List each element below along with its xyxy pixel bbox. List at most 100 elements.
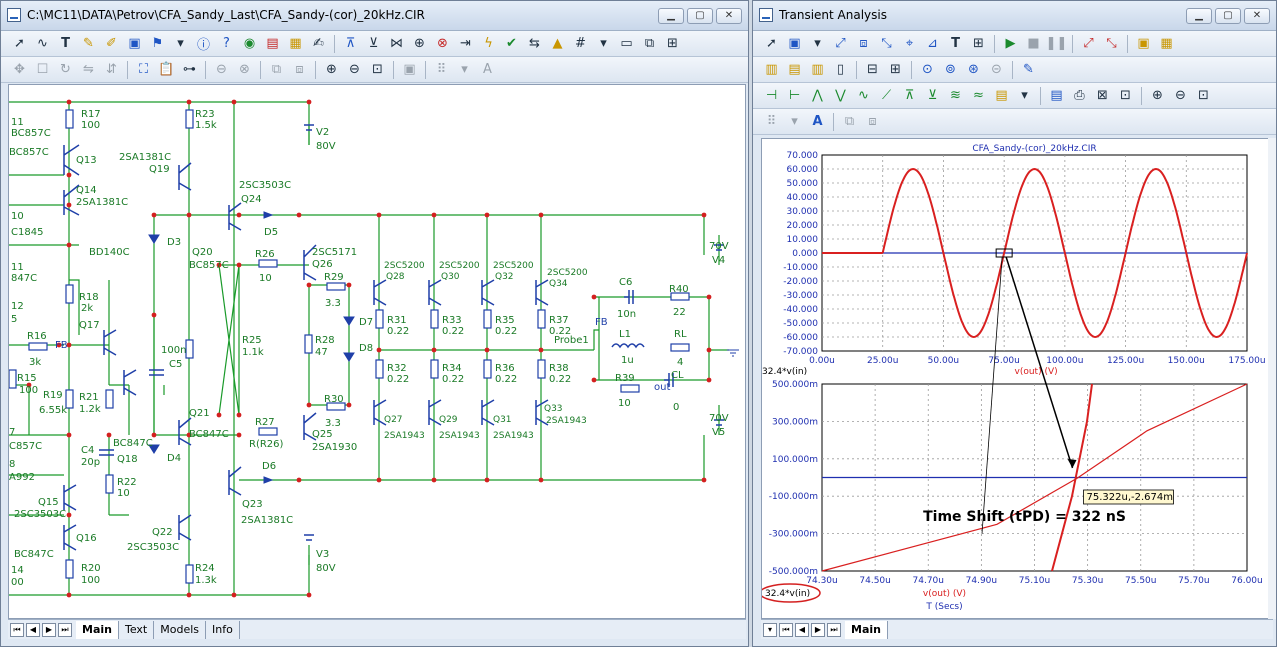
lightning-icon[interactable]: ϟ (478, 33, 499, 54)
graph-icon[interactable]: ⊠ (1092, 85, 1113, 106)
column-1-icon[interactable]: ▥ (761, 59, 782, 80)
page-icon[interactable]: ▭ (616, 33, 637, 54)
state-icon[interactable]: ⊗ (432, 33, 453, 54)
column-3-icon[interactable]: ▥ (807, 59, 828, 80)
minimize-button[interactable]: ▁ (658, 8, 684, 24)
tag-icon[interactable]: ⊿ (922, 33, 943, 54)
currents-icon[interactable]: ⋈ (386, 33, 407, 54)
box-icon[interactable]: ☐ (32, 59, 53, 80)
move-icon[interactable]: ✥ (9, 59, 30, 80)
bottom-icon[interactable]: ≈ (968, 85, 989, 106)
dropdown-icon[interactable]: ▾ (784, 111, 805, 132)
toolbox-icon[interactable]: ⊞ (662, 33, 683, 54)
zoom-in-icon[interactable]: ⊕ (1147, 85, 1168, 106)
component-icon[interactable]: ▣ (124, 33, 145, 54)
zoom-box-icon[interactable]: ⧈ (853, 33, 874, 54)
pen-icon[interactable]: ✐ (101, 33, 122, 54)
column-2-icon[interactable]: ▤ (784, 59, 805, 80)
check-icon[interactable]: ✔ (501, 33, 522, 54)
find-icon[interactable]: ⊙ (917, 59, 938, 80)
close-button[interactable]: ✕ (716, 8, 742, 24)
run-icon[interactable]: ▶ (1000, 33, 1021, 54)
zoom-fit-icon[interactable]: ⊡ (1193, 85, 1214, 106)
zoom-fit-icon[interactable]: ⊡ (367, 59, 388, 80)
wire-icon[interactable]: ∿ (32, 33, 53, 54)
voltages-icon[interactable]: ⊻ (363, 33, 384, 54)
dropdown-icon[interactable]: ▾ (170, 33, 191, 54)
prev-page-icon[interactable]: ◀ (26, 622, 40, 637)
help-icon[interactable]: ? (216, 33, 237, 54)
table-icon[interactable]: ▦ (285, 33, 306, 54)
schematic-canvas[interactable]: R17 100 R23 1.5k BC857C Q13 Q14 2SA1381C… (8, 84, 746, 619)
align-icon[interactable]: ⊡ (1115, 85, 1136, 106)
bring-front-icon[interactable]: ⧉ (839, 111, 860, 132)
toolbox-icon[interactable]: ⊞ (968, 33, 989, 54)
zoom-out-icon[interactable]: ⊖ (1170, 85, 1191, 106)
arrange-icon[interactable]: ⠿ (431, 59, 452, 80)
edit-icon[interactable]: ✍ (308, 33, 329, 54)
slope-icon[interactable]: ⟋ (876, 85, 897, 106)
power-icon[interactable]: ⊕ (409, 33, 430, 54)
find-next-icon[interactable]: ⊚ (940, 59, 961, 80)
send-back-icon[interactable]: ⧈ (289, 59, 310, 80)
stop-icon[interactable]: ■ (1023, 33, 1044, 54)
print-icon[interactable]: ⎙ (1069, 85, 1090, 106)
font-icon[interactable]: A (477, 59, 498, 80)
dropdown-icon[interactable]: ▾ (593, 33, 614, 54)
row-2-icon[interactable]: ⊞ (885, 59, 906, 80)
next-page-icon[interactable]: ▶ (811, 622, 825, 637)
dropdown-icon[interactable]: ▾ (763, 622, 777, 637)
flag-icon[interactable]: ⚑ (147, 33, 168, 54)
tree-icon[interactable]: ⊶ (179, 59, 200, 80)
global-low-icon[interactable]: ⊻ (922, 85, 943, 106)
stop-icon[interactable]: ⊖ (211, 59, 232, 80)
top-icon[interactable]: ≋ (945, 85, 966, 106)
last-page-icon[interactable]: ⏭ (58, 622, 72, 637)
cursor-icon[interactable]: ⌖ (899, 33, 920, 54)
text-tool-icon[interactable]: T (945, 33, 966, 54)
clipboard-icon[interactable]: 📋 (156, 59, 177, 80)
high-icon[interactable]: ⋀ (807, 85, 828, 106)
pan-icon[interactable]: ⤡ (876, 33, 897, 54)
last-page-icon[interactable]: ⏭ (827, 622, 841, 637)
tab-text[interactable]: Text (119, 620, 155, 639)
data-icon[interactable]: ▤ (1046, 85, 1067, 106)
node-numbers-icon[interactable]: ⊼ (340, 33, 361, 54)
font-icon[interactable]: A (807, 111, 828, 132)
select-arrow-icon[interactable]: ➚ (9, 33, 30, 54)
valley-icon[interactable]: ⊢ (784, 85, 805, 106)
low-icon[interactable]: ⋁ (830, 85, 851, 106)
copy-page-icon[interactable]: ⧉ (639, 33, 660, 54)
vertical-scrollbar[interactable] (1268, 138, 1276, 619)
rotate-icon[interactable]: ↻ (55, 59, 76, 80)
autoscale-icon[interactable]: ⤡ (1101, 33, 1122, 54)
note-icon[interactable]: ✎ (1018, 59, 1039, 80)
grid-icon[interactable]: # (570, 33, 591, 54)
close-button[interactable]: ✕ (1244, 8, 1270, 24)
scale-icon[interactable]: ⤢ (830, 33, 851, 54)
row-1-icon[interactable]: ⊟ (862, 59, 883, 80)
pencil-icon[interactable]: ✎ (78, 33, 99, 54)
zoom-in-icon[interactable]: ⊕ (321, 59, 342, 80)
first-page-icon[interactable]: ⏮ (10, 622, 24, 637)
properties-icon[interactable]: ▤ (262, 33, 283, 54)
table-icon[interactable]: ▦ (1156, 33, 1177, 54)
find-clear-icon[interactable]: ⊝ (986, 59, 1007, 80)
find-icon[interactable]: ⛶ (133, 59, 154, 80)
clipboard-icon[interactable]: ▤ (991, 85, 1012, 106)
dropdown-icon[interactable]: ▾ (807, 33, 828, 54)
select-arrow-icon[interactable]: ➚ (761, 33, 782, 54)
column-4-icon[interactable]: ▯ (830, 59, 851, 80)
pause-icon[interactable]: ❚❚ (1046, 33, 1068, 54)
layout-icon[interactable]: ▣ (399, 59, 420, 80)
component-icon[interactable]: ▣ (784, 33, 805, 54)
pin-icon[interactable]: ⇥ (455, 33, 476, 54)
warning-icon[interactable]: ▲ (547, 33, 568, 54)
prev-page-icon[interactable]: ◀ (795, 622, 809, 637)
plot-canvas[interactable]: 0.00u 25.00u 50.00u 75.00u 100.00u 125.00u 150… (761, 138, 1273, 619)
text-tool-icon[interactable]: T (55, 33, 76, 54)
peak-icon[interactable]: ⊣ (761, 85, 782, 106)
maximize-button[interactable]: ▢ (687, 8, 713, 24)
find-value-icon[interactable]: ⊛ (963, 59, 984, 80)
bring-front-icon[interactable]: ⧉ (266, 59, 287, 80)
